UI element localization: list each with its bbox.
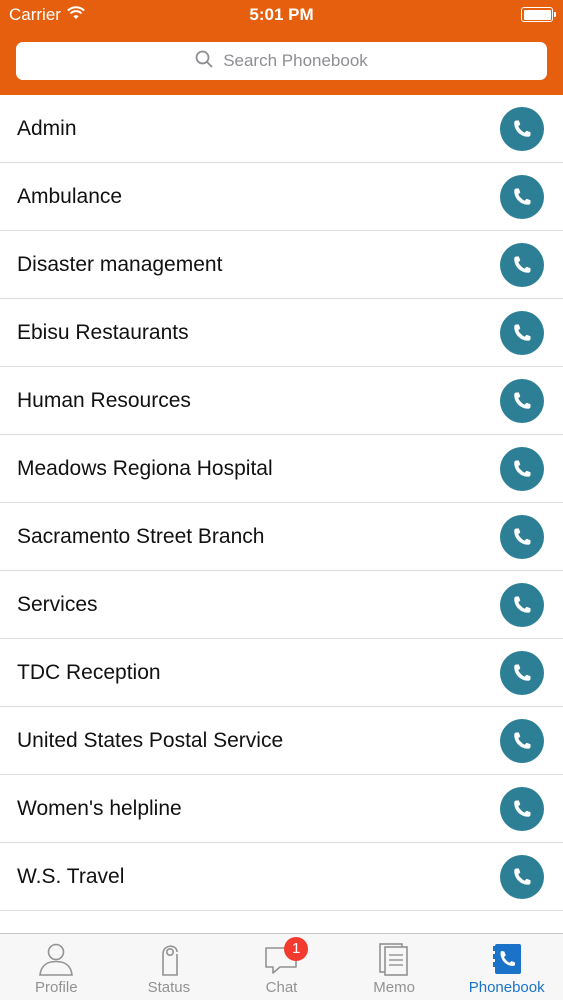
contact-row[interactable]: United States Postal Service xyxy=(0,707,563,775)
contact-name: Services xyxy=(17,593,98,616)
status-time: 5:01 PM xyxy=(249,5,314,24)
phone-icon xyxy=(509,388,535,414)
tab-bar: Profile Status 1 Chat Memo Phonebook xyxy=(0,933,563,1000)
phone-icon xyxy=(509,320,535,346)
contact-name: Human Resources xyxy=(17,389,191,412)
phone-icon xyxy=(509,184,535,210)
phone-icon xyxy=(509,796,535,822)
call-button[interactable] xyxy=(500,243,544,287)
tab-label: Phonebook xyxy=(468,979,545,996)
phone-icon xyxy=(509,524,535,550)
phone-icon xyxy=(509,456,535,482)
call-button[interactable] xyxy=(500,107,544,151)
chat-badge: 1 xyxy=(284,937,309,961)
call-button[interactable] xyxy=(500,311,544,355)
contact-row[interactable]: Admin xyxy=(0,95,563,163)
contact-name: Admin xyxy=(17,117,77,140)
call-button[interactable] xyxy=(500,787,544,831)
phone-icon xyxy=(509,864,535,890)
status-bar: Carrier 5:01 PM xyxy=(0,0,563,30)
contact-name: TDC Reception xyxy=(17,661,161,684)
call-button[interactable] xyxy=(500,447,544,491)
contact-name: Meadows Regiona Hospital xyxy=(17,457,273,480)
contact-row[interactable]: Ambulance xyxy=(0,163,563,231)
contact-row[interactable]: Sacramento Street Branch xyxy=(0,503,563,571)
tab-label: Profile xyxy=(35,979,78,996)
contact-row[interactable]: Ebisu Restaurants xyxy=(0,299,563,367)
phonebook-list: Admin Ambulance Disaster management Ebisu R… xyxy=(0,95,563,911)
search-icon xyxy=(195,50,213,73)
contact-name: Disaster management xyxy=(17,253,223,276)
contact-name: Ambulance xyxy=(17,185,123,208)
contact-name: Sacramento Street Branch xyxy=(17,525,265,548)
phone-icon xyxy=(509,592,535,618)
phone-icon xyxy=(509,728,535,754)
tab-label: Status xyxy=(147,979,191,996)
app-header: Carrier 5:01 PM Search Phonebook xyxy=(0,0,563,95)
person-icon xyxy=(38,942,74,976)
call-button[interactable] xyxy=(500,719,544,763)
contact-name: Ebisu Restaurants xyxy=(17,321,189,344)
contact-row[interactable]: W.S. Travel xyxy=(0,843,563,911)
phone-icon xyxy=(509,252,535,278)
contact-name: United States Postal Service xyxy=(17,729,284,752)
search-placeholder: Search Phonebook xyxy=(223,51,368,70)
contact-row[interactable]: Women's helpline xyxy=(0,775,563,843)
contact-name: Women's helpline xyxy=(17,797,182,820)
contact-row[interactable]: Human Resources xyxy=(0,367,563,435)
call-button[interactable] xyxy=(500,855,544,899)
search-field[interactable]: Search Phonebook xyxy=(16,42,547,80)
tab-label: Memo xyxy=(373,979,415,996)
tab-chat[interactable]: 1 Chat xyxy=(225,934,338,1000)
call-button[interactable] xyxy=(500,175,544,219)
contact-row[interactable]: Services xyxy=(0,571,563,639)
memo-icon xyxy=(378,942,410,976)
door-hanger-icon xyxy=(157,942,181,976)
tab-memo[interactable]: Memo xyxy=(338,934,451,1000)
call-button[interactable] xyxy=(500,379,544,423)
phone-icon xyxy=(509,116,535,142)
phonebook-icon xyxy=(491,942,523,976)
contact-row[interactable]: TDC Reception xyxy=(0,639,563,707)
tab-status[interactable]: Status xyxy=(113,934,226,1000)
contact-name: W.S. Travel xyxy=(17,865,125,888)
contact-row[interactable]: Disaster management xyxy=(0,231,563,299)
call-button[interactable] xyxy=(500,515,544,559)
tab-profile[interactable]: Profile xyxy=(0,934,113,1000)
call-button[interactable] xyxy=(500,583,544,627)
call-button[interactable] xyxy=(500,651,544,695)
battery-icon xyxy=(521,7,556,22)
tab-label: Chat xyxy=(265,979,298,996)
contact-row[interactable]: Meadows Regiona Hospital xyxy=(0,435,563,503)
tab-phonebook[interactable]: Phonebook xyxy=(450,934,563,1000)
phone-icon xyxy=(509,660,535,686)
